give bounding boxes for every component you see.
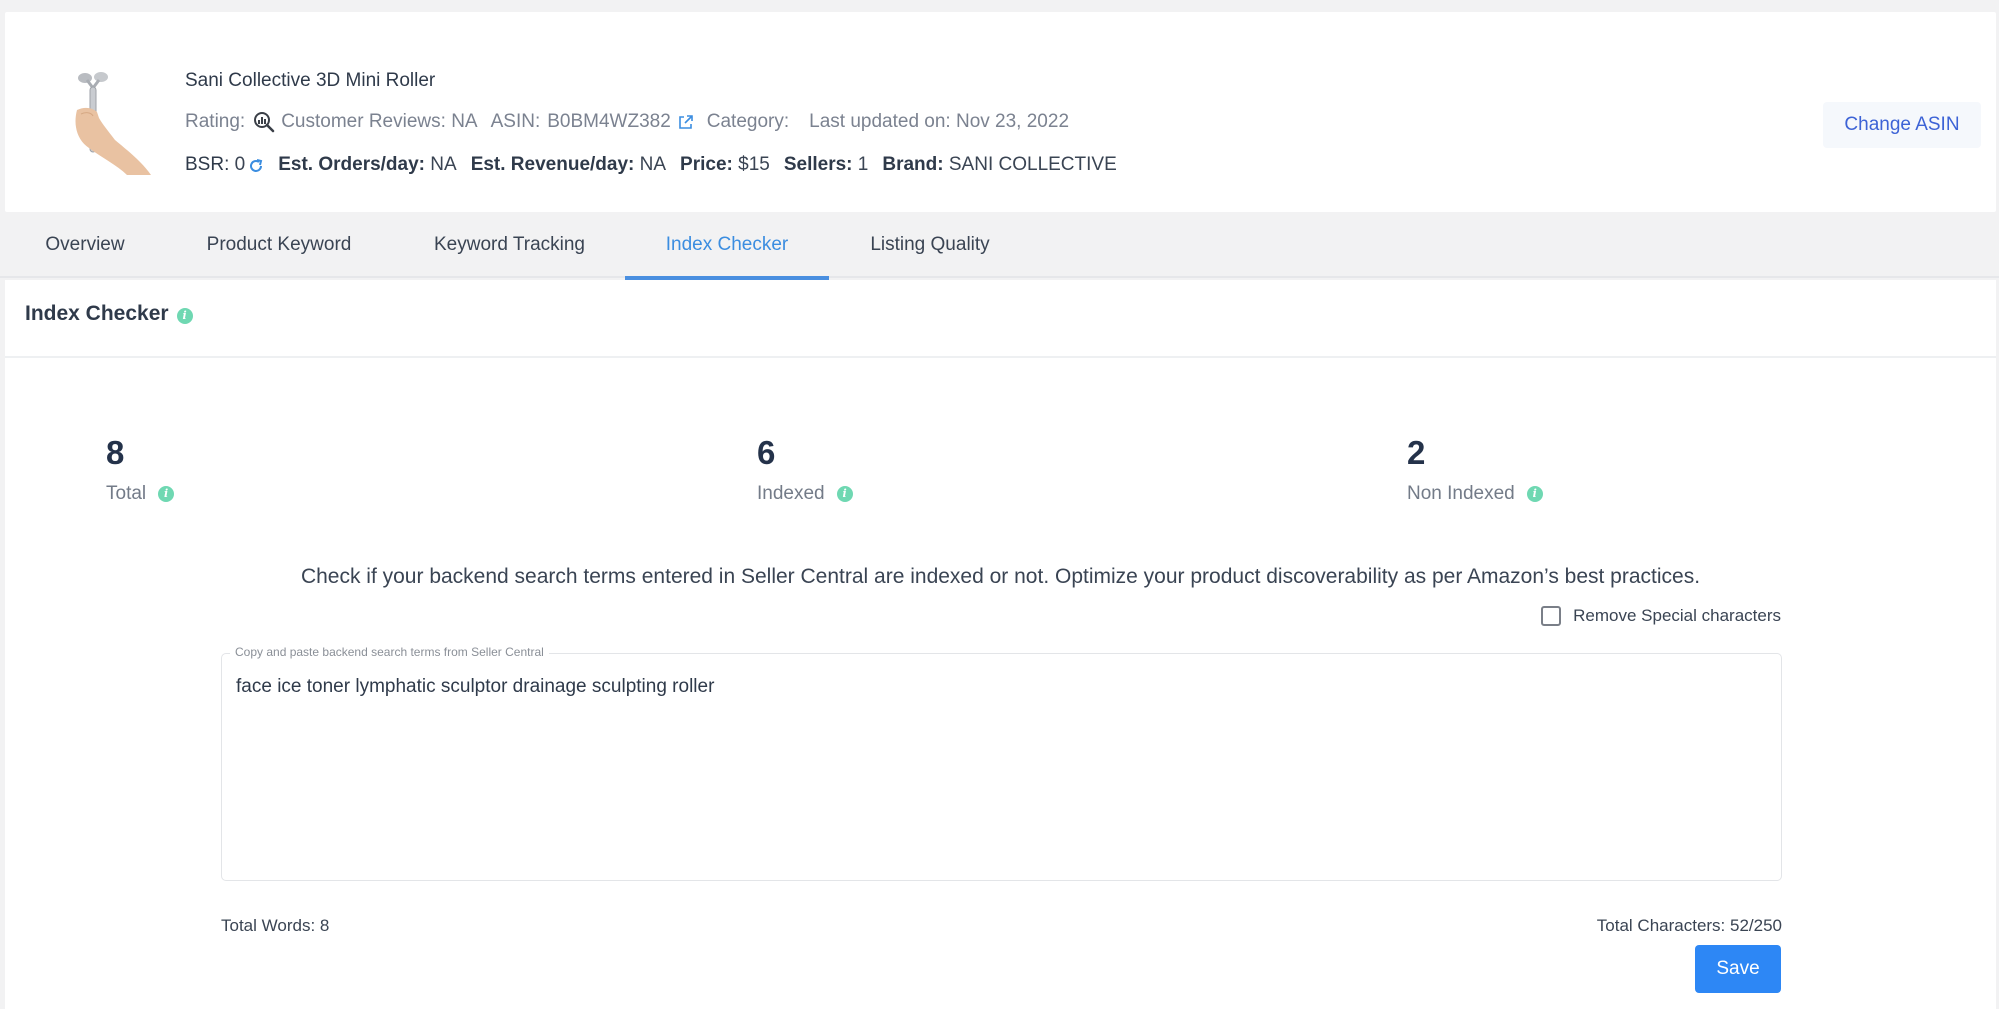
sellers-label: Sellers:: [783, 154, 853, 175]
section-title-text: Index Checker: [25, 302, 169, 325]
save-button[interactable]: Save: [1695, 945, 1781, 993]
sellers-value: 1: [857, 154, 869, 175]
info-icon[interactable]: i: [176, 307, 193, 324]
search-terms-field-label: Copy and paste backend search terms from…: [230, 645, 549, 659]
remove-special-characters-option[interactable]: Remove Special characters: [1541, 606, 1781, 626]
section-title: Index Checker i: [25, 302, 193, 326]
remove-special-label: Remove Special characters: [1573, 606, 1781, 625]
stat-indexed-label-row: Indexed i: [757, 483, 853, 505]
stat-indexed-label: Indexed: [757, 483, 825, 504]
index-checker-panel: Index Checker i 8 Total i 6 Indexed i 2 …: [5, 280, 1996, 1009]
product-meta-row: Rating: Customer Reviews: NA ASIN: B0BM4…: [185, 111, 1069, 133]
price-label: Price:: [680, 154, 733, 175]
orders-value: NA: [430, 154, 457, 175]
last-updated: Last updated on: Nov 23, 2022: [809, 111, 1070, 132]
stat-total: 8 Total i: [106, 433, 175, 505]
rating-label: Rating:: [185, 111, 246, 132]
brand-value: SANI COLLECTIVE: [948, 154, 1117, 175]
tab-overview[interactable]: Overview: [44, 212, 126, 278]
search-terms-field: Copy and paste backend search terms from…: [221, 645, 1782, 881]
orders-label: Est. Orders/day:: [278, 154, 425, 175]
asin-value: B0BM4WZ382: [547, 111, 671, 132]
tab-bar: Overview Product Keyword Keyword Trackin…: [0, 212, 1999, 280]
search-terms-input[interactable]: face ice toner lymphatic sculptor draina…: [236, 676, 1767, 866]
customer-reviews: Customer Reviews: NA: [281, 111, 478, 132]
section-header: Index Checker i: [5, 280, 1996, 358]
stat-non-indexed-label-row: Non Indexed i: [1407, 483, 1543, 505]
stat-indexed-value: 6: [757, 434, 776, 471]
brand-label: Brand:: [882, 154, 944, 175]
info-icon[interactable]: i: [158, 486, 175, 502]
asin-label: ASIN:: [490, 111, 541, 132]
revenue-value: NA: [639, 154, 667, 175]
index-checker-description: Check if your backend search terms enter…: [300, 565, 1701, 588]
bsr-value: 0: [234, 154, 246, 175]
stat-total-value: 8: [106, 434, 125, 471]
product-stats-row: BSR: 0 Est. Orders/day: NA Est. Revenue/…: [185, 154, 1117, 176]
total-characters: Total Characters: 52/250: [1596, 916, 1782, 935]
page: Sani Collective 3D Mini Roller Rating: C…: [0, 0, 1999, 1009]
bsr-label: BSR:: [185, 154, 230, 175]
stat-non-indexed-value: 2: [1407, 434, 1426, 471]
product-header: Sani Collective 3D Mini Roller Rating: C…: [5, 12, 1996, 212]
info-icon[interactable]: i: [836, 486, 853, 502]
price-value: $15: [738, 154, 770, 175]
tab-listing-quality[interactable]: Listing Quality: [868, 212, 992, 278]
tab-index-checker[interactable]: Index Checker: [625, 212, 829, 280]
stat-total-label: Total: [106, 483, 147, 504]
rating-search-icon: [254, 112, 275, 133]
stat-indexed: 6 Indexed i: [757, 433, 853, 505]
tab-product-keyword[interactable]: Product Keyword: [204, 212, 354, 278]
external-link-icon[interactable]: [677, 114, 694, 131]
stat-non-indexed: 2 Non Indexed i: [1407, 433, 1543, 505]
change-asin-button[interactable]: Change ASIN: [1823, 102, 1981, 148]
product-image: [67, 70, 151, 178]
stat-total-label-row: Total i: [106, 483, 175, 505]
stat-non-indexed-label: Non Indexed: [1407, 483, 1515, 504]
info-icon[interactable]: i: [1526, 486, 1543, 502]
refresh-icon[interactable]: [248, 158, 264, 174]
product-title: Sani Collective 3D Mini Roller: [185, 70, 436, 91]
revenue-label: Est. Revenue/day:: [470, 154, 635, 175]
total-words: Total Words: 8: [221, 916, 330, 935]
category-label: Category:: [706, 111, 790, 132]
remove-special-checkbox[interactable]: [1541, 606, 1562, 626]
tab-keyword-tracking[interactable]: Keyword Tracking: [432, 212, 587, 278]
